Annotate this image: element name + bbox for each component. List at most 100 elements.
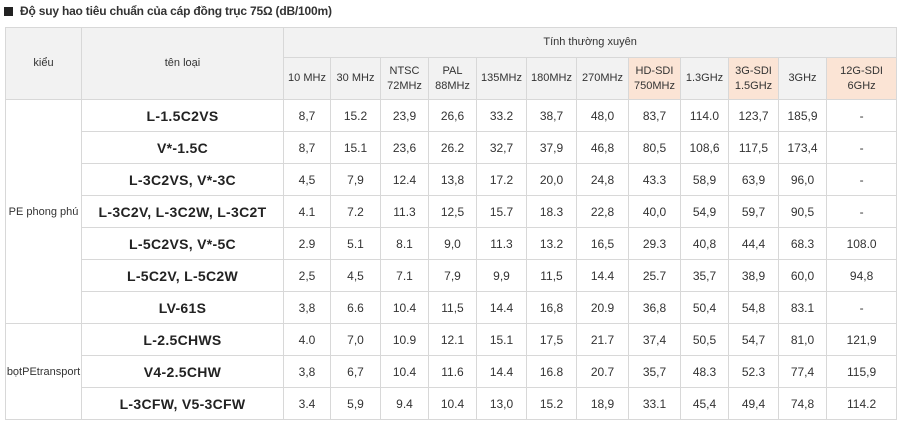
attenuation-value-cell: 94,8 (825, 259, 898, 292)
attenuation-value-cell: 37,9 (526, 131, 577, 164)
attenuation-value-cell: 20,0 (526, 163, 577, 196)
column-header-frequency: 30 MHz (330, 57, 381, 100)
model-name-cell: V4-2.5CHW (81, 355, 284, 388)
attenuation-value-cell: 54,8 (728, 291, 779, 324)
attenuation-table: kiểu tên loại Tính thường xuyên 10 MHz 30… (5, 27, 898, 420)
attenuation-value-cell: 15.1 (476, 323, 527, 356)
table-row: L-3CFW, V5-3CFW 3.4 5,9 9.4 10.4 13,0 15.2 18,9… (6, 387, 898, 420)
table-row: LV-61S 3,8 6.6 10.4 11,5 14.4 16,8 20.9 36,8 50,4… (6, 291, 898, 324)
model-name-cell: L-5C2V, L-5C2W (81, 259, 284, 292)
attenuation-value-cell: 4.1 (283, 195, 331, 228)
attenuation-value-cell: 3,8 (283, 355, 331, 388)
model-name-cell: L-2.5CHWS (81, 323, 284, 356)
frequency-sublabel: 88MHz (435, 79, 470, 92)
column-header-frequency: 180MHz (526, 57, 577, 100)
attenuation-value-cell: 2.9 (283, 227, 331, 260)
attenuation-value-cell: 45,4 (680, 387, 729, 420)
table-row: V4-2.5CHW 3,8 6,7 10.4 11.6 14.4 16.8 20.7 35,7 4… (6, 355, 898, 388)
attenuation-value-cell: 185,9 (778, 99, 827, 132)
attenuation-value-cell: 52.3 (728, 355, 779, 388)
column-header-frequency: 270MHz (576, 57, 629, 100)
table-title-bar: Độ suy hao tiêu chuẩn của cáp đồng trục … (4, 1, 332, 21)
column-header-type: kiểu (5, 27, 82, 100)
attenuation-value-cell: 14.4 (476, 291, 527, 324)
frequency-label: 1.3GHz (685, 72, 724, 84)
attenuation-value-cell: 7,0 (330, 323, 381, 356)
attenuation-value-cell: 10.4 (380, 291, 429, 324)
frequency-sublabel: 72MHz (387, 79, 422, 92)
attenuation-value-cell: 49,4 (728, 387, 779, 420)
column-header-frequency: HD-SDI 750MHz (628, 57, 681, 100)
model-name-cell: L-3CFW, V5-3CFW (81, 387, 284, 420)
column-header-frequency: 10 MHz (283, 57, 331, 100)
attenuation-value-cell: 12.1 (428, 323, 477, 356)
frequency-sublabel: 750MHz (634, 79, 675, 92)
frequency-label: 3G-SDI (735, 64, 772, 77)
attenuation-value-cell: 24,8 (576, 163, 629, 196)
attenuation-value-cell: 81,0 (778, 323, 827, 356)
frequency-label: 3GHz (788, 72, 817, 84)
table-row: PE phong phú L-1.5C2VS 8,7 15.2 23,9 26,6 33.2… (5, 99, 898, 324)
attenuation-value-cell: 77,4 (778, 355, 827, 388)
attenuation-value-cell: 15.2 (526, 387, 577, 420)
bullet-square-icon (4, 6, 13, 16)
attenuation-value-cell: 38,9 (728, 259, 779, 292)
attenuation-value-cell: 115,9 (825, 355, 898, 388)
attenuation-value-cell: 13,0 (476, 387, 527, 420)
column-header-frequency: 135MHz (476, 57, 527, 100)
model-name-cell: L-5C2VS, V*-5C (81, 227, 284, 260)
attenuation-value-cell: 8,7 (283, 99, 331, 132)
attenuation-value-cell: 33.1 (628, 387, 681, 420)
model-name-cell: L-3C2VS, V*-3C (81, 163, 284, 196)
attenuation-value-cell: 11.6 (428, 355, 477, 388)
table-row: L-5C2VS, V*-5C 2.9 5.1 8.1 9,0 11.3 13.2 16,5 29… (6, 227, 898, 260)
column-header-frequency: 3GHz (778, 57, 827, 100)
attenuation-value-cell: 14.4 (576, 259, 629, 292)
attenuation-value-cell: 50,4 (680, 291, 729, 324)
attenuation-value-cell: - (825, 291, 898, 324)
attenuation-value-cell: 108,6 (680, 131, 729, 164)
attenuation-value-cell: 8,7 (283, 131, 331, 164)
attenuation-value-cell: 21.7 (576, 323, 629, 356)
attenuation-value-cell: 20.7 (576, 355, 629, 388)
attenuation-value-cell: 5.1 (330, 227, 381, 260)
attenuation-value-cell: 17.2 (476, 163, 527, 196)
attenuation-value-cell: 54,7 (728, 323, 779, 356)
attenuation-value-cell: 38,7 (526, 99, 577, 132)
attenuation-value-cell: 114.0 (680, 99, 729, 132)
attenuation-value-cell: 46,8 (576, 131, 629, 164)
table-row: L-3C2VS, V*-3C 4,5 7,9 12.4 13,8 17.2 20,0 24,8… (6, 163, 898, 196)
attenuation-value-cell: 35,7 (628, 355, 681, 388)
attenuation-value-cell: 83.1 (778, 291, 827, 324)
attenuation-value-cell: 44,4 (728, 227, 779, 260)
attenuation-value-cell: 13.2 (526, 227, 577, 260)
attenuation-value-cell: 33.2 (476, 99, 527, 132)
attenuation-value-cell: 121,9 (825, 323, 898, 356)
attenuation-value-cell: 10.4 (428, 387, 477, 420)
attenuation-value-cell: 12.4 (380, 163, 429, 196)
attenuation-value-cell: 36,8 (628, 291, 681, 324)
attenuation-value-cell: - (825, 131, 898, 164)
attenuation-value-cell: 11.3 (380, 195, 429, 228)
table-body: PE phong phú L-1.5C2VS 8,7 15.2 23,9 26,6 33.2… (5, 99, 898, 420)
column-header-frequency: NTSC 72MHz (380, 57, 429, 100)
model-name-cell: V*-1.5C (81, 131, 284, 164)
attenuation-value-cell: 11,5 (526, 259, 577, 292)
column-header-frequency: 12G-SDI 6GHz (825, 57, 898, 100)
attenuation-value-cell: 117,5 (728, 131, 779, 164)
attenuation-value-cell: - (825, 163, 898, 196)
attenuation-value-cell: 9,9 (476, 259, 527, 292)
attenuation-value-cell: 43.3 (628, 163, 681, 196)
column-header-name: tên loại (81, 27, 284, 100)
attenuation-value-cell: 48.3 (680, 355, 729, 388)
attenuation-value-cell: 15.2 (330, 99, 381, 132)
attenuation-value-cell: 123,7 (728, 99, 779, 132)
frequency-label: 270MHz (582, 72, 623, 84)
frequency-label: NTSC (389, 64, 420, 77)
frequency-label: 180MHz (531, 72, 572, 84)
attenuation-value-cell: 32,7 (476, 131, 527, 164)
table-row: L-5C2V, L-5C2W 2,5 4,5 7.1 7,9 9,9 11,5 14.4 25.… (6, 259, 898, 292)
attenuation-value-cell: 6,7 (330, 355, 381, 388)
column-group-header-frequency: Tính thường xuyên (282, 27, 898, 58)
attenuation-value-cell: 20.9 (576, 291, 629, 324)
